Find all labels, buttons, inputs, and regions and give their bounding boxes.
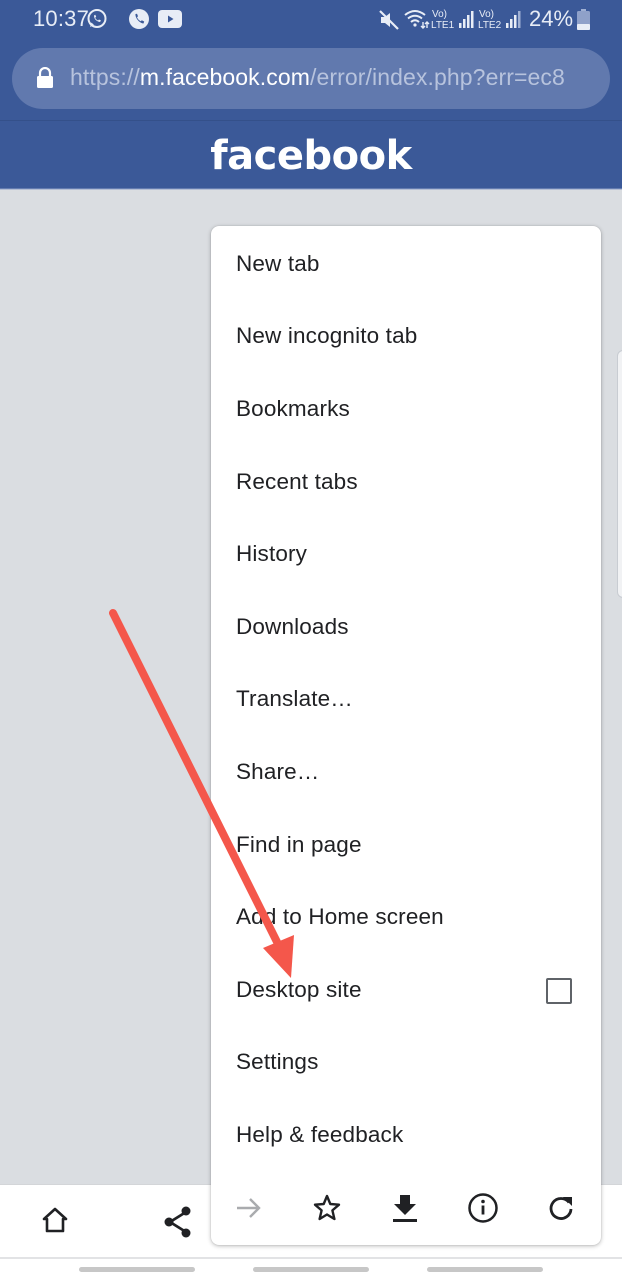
info-icon[interactable] xyxy=(466,1191,500,1225)
menu-item-recent-tabs[interactable]: Recent tabs xyxy=(211,446,601,518)
browser-overflow-menu: New tab New incognito tab Bookmarks Rece… xyxy=(211,226,601,1245)
svg-text:LTE2: LTE2 xyxy=(478,20,502,31)
menu-icon-row xyxy=(211,1176,601,1242)
menu-item-label: Bookmarks xyxy=(236,396,350,421)
page-content-card xyxy=(617,350,622,598)
url-scheme: https:// xyxy=(70,64,140,90)
battery-icon xyxy=(577,9,590,35)
lock-icon[interactable] xyxy=(36,66,54,94)
menu-item-label: History xyxy=(236,541,308,566)
reload-icon[interactable] xyxy=(544,1191,578,1225)
menu-item-add-to-home-screen[interactable]: Add to Home screen xyxy=(211,881,601,953)
sim1-lte-label: LTE1 xyxy=(431,20,455,31)
phone-call-icon xyxy=(128,8,150,35)
menu-item-new-tab[interactable]: New tab xyxy=(211,228,601,300)
menu-item-translate[interactable]: Translate… xyxy=(211,663,601,735)
lte1-signal-icon: Vo) LTE1 xyxy=(431,7,477,36)
nav-handle-left[interactable] xyxy=(79,1267,195,1272)
menu-item-desktop-site[interactable]: Desktop site xyxy=(211,954,601,1026)
download-icon[interactable] xyxy=(388,1191,422,1225)
status-time: 10:37 xyxy=(33,6,90,31)
forward-arrow-icon[interactable] xyxy=(232,1191,266,1225)
menu-item-share[interactable]: Share… xyxy=(211,736,601,808)
bookmark-star-icon[interactable] xyxy=(310,1191,344,1225)
system-nav-bar xyxy=(0,1259,622,1280)
menu-item-label: Desktop site xyxy=(236,977,362,1002)
url-text[interactable]: https://m.facebook.com/error/index.php?e… xyxy=(70,64,565,91)
menu-item-label: Settings xyxy=(236,1049,319,1074)
share-icon[interactable] xyxy=(162,1205,194,1244)
menu-item-label: Downloads xyxy=(236,614,349,639)
menu-item-label: Recent tabs xyxy=(236,469,358,494)
url-host: m.facebook.com xyxy=(139,64,310,90)
menu-item-new-incognito-tab[interactable]: New incognito tab xyxy=(211,300,601,372)
menu-item-label: Translate… xyxy=(236,686,353,711)
header-divider xyxy=(0,188,622,190)
url-path: /error/index.php?err=ec8 xyxy=(309,64,565,90)
youtube-icon xyxy=(158,10,182,33)
home-icon[interactable] xyxy=(40,1205,70,1240)
battery-percent: 24% xyxy=(529,6,574,31)
address-bar[interactable]: https://m.facebook.com/error/index.php?e… xyxy=(12,48,610,109)
sim1-volte-label: Vo) xyxy=(432,9,447,20)
wifi-icon xyxy=(404,8,430,35)
status-bar: 10:37 Vo) LTE1 Vo) LTE2 24% xyxy=(0,0,622,40)
menu-item-history[interactable]: History xyxy=(211,518,601,590)
facebook-header: facebook xyxy=(0,120,622,189)
menu-item-bookmarks[interactable]: Bookmarks xyxy=(211,373,601,445)
lte2-signal-icon: Vo) LTE2 xyxy=(478,7,524,36)
menu-item-label: New incognito tab xyxy=(236,323,418,348)
menu-item-find-in-page[interactable]: Find in page xyxy=(211,809,601,881)
whatsapp-icon xyxy=(86,8,108,35)
desktop-site-checkbox[interactable] xyxy=(546,978,572,1004)
menu-item-label: New tab xyxy=(236,251,320,276)
menu-item-label: Add to Home screen xyxy=(236,904,444,929)
facebook-logo[interactable]: facebook xyxy=(0,133,622,179)
menu-item-help-feedback[interactable]: Help & feedback xyxy=(211,1099,601,1171)
svg-text:Vo): Vo) xyxy=(479,9,494,20)
menu-item-settings[interactable]: Settings xyxy=(211,1026,601,1098)
mute-icon xyxy=(378,9,400,36)
menu-item-label: Help & feedback xyxy=(236,1122,404,1147)
menu-item-label: Share… xyxy=(236,759,320,784)
nav-handle-right[interactable] xyxy=(427,1267,543,1272)
menu-item-label: Find in page xyxy=(236,832,362,857)
nav-handle-center[interactable] xyxy=(253,1267,369,1272)
menu-item-downloads[interactable]: Downloads xyxy=(211,591,601,663)
